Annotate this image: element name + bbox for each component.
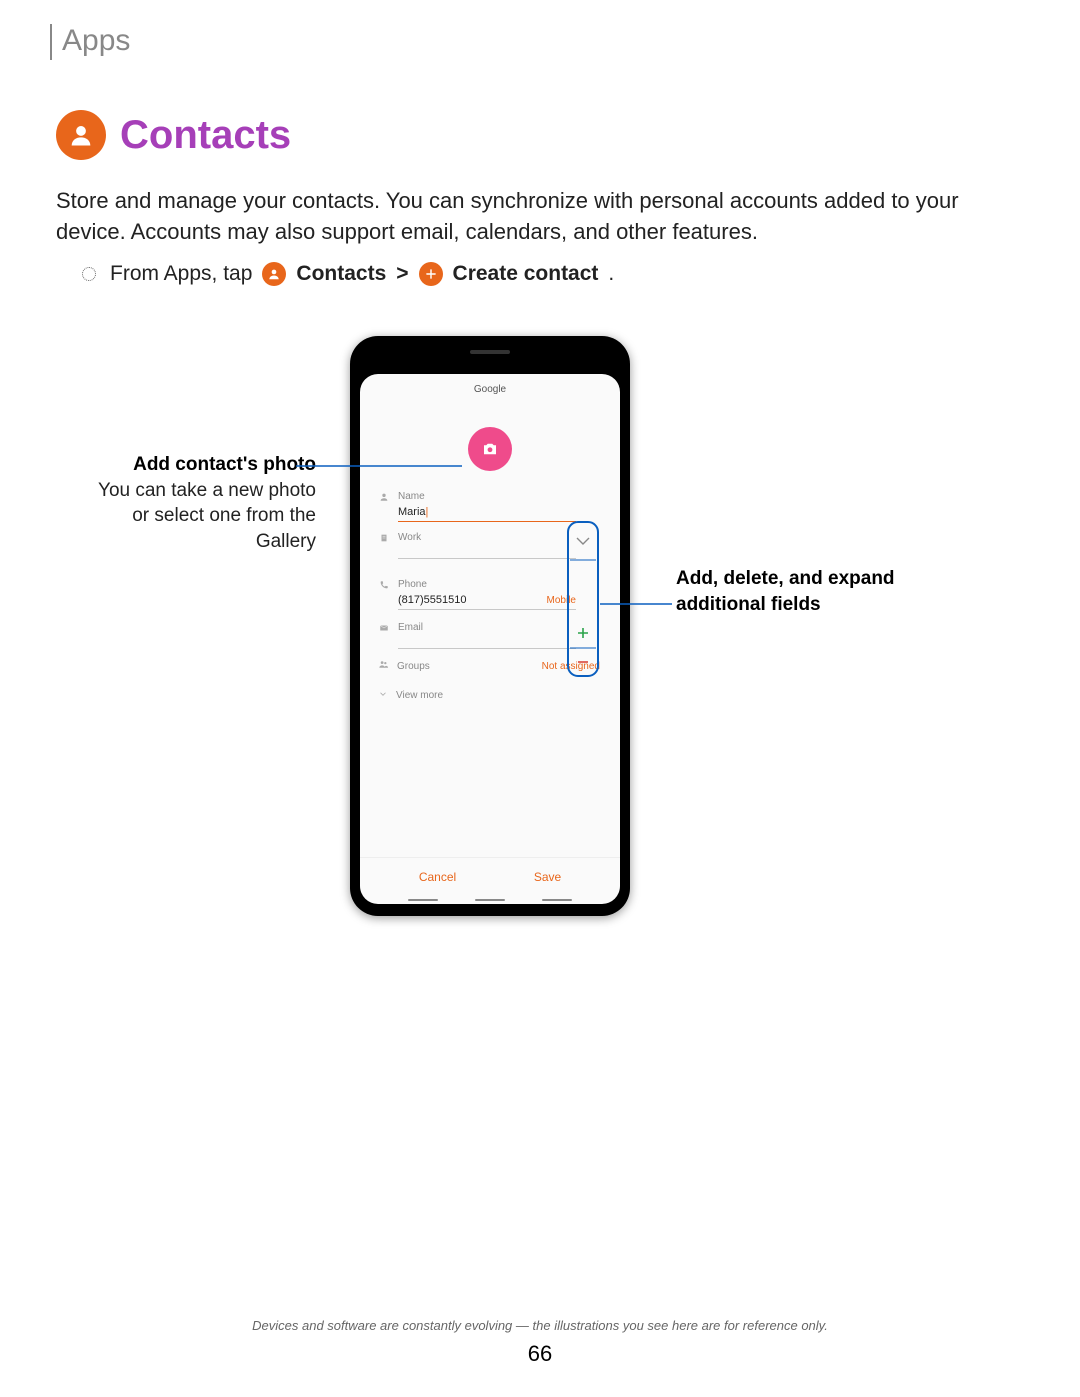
- add-icon: [419, 262, 443, 286]
- work-label: Work: [398, 532, 421, 543]
- name-field-group: Name Maria: [360, 481, 620, 522]
- cancel-button[interactable]: Cancel: [419, 870, 456, 884]
- person-icon: [378, 492, 390, 502]
- work-field-group: Work: [360, 522, 620, 559]
- phone-field-group: Phone (817)5551510 Mobile: [360, 559, 620, 610]
- groups-icon: [378, 659, 389, 673]
- add-photo-button[interactable]: [468, 427, 512, 471]
- chevron-down-icon: [378, 689, 388, 702]
- groups-label: Groups: [397, 661, 430, 672]
- nav-recent[interactable]: [408, 899, 438, 902]
- bullet-icon: [82, 267, 96, 281]
- phone-icon: [378, 580, 390, 590]
- page-title: Contacts: [120, 113, 291, 158]
- section-divider: [50, 24, 52, 60]
- building-icon: [378, 533, 390, 543]
- step-instruction: From Apps, tap Contacts > Create contact…: [82, 262, 614, 286]
- intro-paragraph: Store and manage your contacts. You can …: [56, 186, 1024, 248]
- android-navbar: [360, 899, 620, 902]
- name-label: Name: [398, 491, 425, 502]
- save-button[interactable]: Save: [534, 870, 561, 884]
- step-prefix: From Apps, tap: [110, 262, 252, 286]
- email-field-group: Email: [360, 610, 620, 649]
- phone-label: Phone: [398, 579, 427, 590]
- groups-value: Not assigned: [542, 661, 600, 672]
- callout-left-body: You can take a new photo or select one f…: [96, 478, 316, 555]
- footer-disclaimer: Devices and software are constantly evol…: [0, 1318, 1080, 1333]
- phone-illustration: Google Name Maria Work: [350, 336, 630, 916]
- view-more-row[interactable]: View more: [360, 679, 620, 712]
- name-input[interactable]: Maria: [398, 502, 576, 522]
- nav-home[interactable]: [475, 899, 505, 902]
- phone-number-value: (817)5551510: [398, 594, 541, 606]
- email-icon: [378, 623, 390, 633]
- work-input[interactable]: [398, 543, 576, 559]
- dialog-buttons: Cancel Save: [360, 857, 620, 884]
- callout-fields: Add, delete, and expand additional field…: [676, 566, 896, 617]
- callout-right-title: Add, delete, and expand additional field…: [676, 566, 896, 617]
- nav-back[interactable]: [542, 899, 572, 902]
- email-input[interactable]: [398, 633, 576, 649]
- phone-type-value[interactable]: Mobile: [547, 595, 576, 606]
- email-label: Email: [398, 622, 423, 633]
- step-period: .: [608, 262, 614, 286]
- callout-add-photo: Add contact's photo You can take a new p…: [96, 452, 316, 555]
- phone-earpiece: [470, 350, 510, 354]
- chevron-icon: >: [396, 262, 408, 286]
- contacts-app-icon: [56, 110, 106, 160]
- section-header: Apps: [62, 24, 130, 58]
- account-label[interactable]: Google: [360, 374, 620, 403]
- view-more-label: View more: [396, 690, 443, 701]
- groups-row[interactable]: Groups Not assigned: [360, 649, 620, 679]
- contacts-icon: [262, 262, 286, 286]
- phone-input-row[interactable]: (817)5551510 Mobile: [398, 590, 576, 610]
- page-number: 66: [0, 1341, 1080, 1367]
- camera-icon: [481, 440, 499, 458]
- step-contacts-label: Contacts: [296, 262, 386, 286]
- phone-screen: Google Name Maria Work: [360, 374, 620, 904]
- callout-left-title: Add contact's photo: [96, 452, 316, 478]
- step-create-label: Create contact: [453, 262, 599, 286]
- page-title-row: Contacts: [56, 110, 291, 160]
